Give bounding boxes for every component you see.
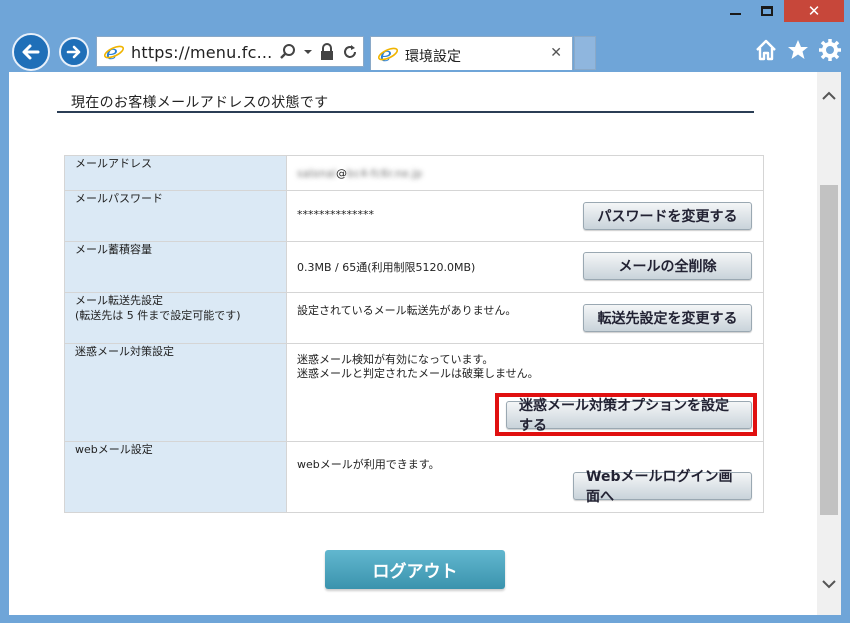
spam-status-line2: 迷惑メールと判定されたメールは破棄しません。 [297, 367, 539, 380]
table-row: メールアドレス salonal@bc4-fc6r.ne.jp [64, 155, 764, 191]
change-password-button[interactable]: パスワードを変更する [583, 202, 752, 230]
close-button[interactable]: ✕ [784, 0, 844, 22]
forward-button[interactable] [59, 37, 89, 67]
browser-toolbar: e https://menu.fc... e 環境設定 ✕ [0, 32, 850, 72]
title-divider [57, 111, 754, 113]
ie-logo-icon: e [103, 42, 125, 62]
table-row: メール転送先設定 (転送先は 5 件まで設定可能です) 設定されているメール転送… [64, 292, 764, 344]
back-arrow-icon [22, 44, 40, 60]
table-row: webメール設定 webメールが利用できます。 Webメールログイン画面へ [64, 441, 764, 513]
chevron-down-icon [822, 580, 836, 589]
scroll-up-button[interactable] [817, 84, 841, 108]
vertical-scrollbar[interactable] [817, 72, 841, 615]
forwarding-value: 設定されているメール転送先がありません。 [297, 304, 517, 317]
chevron-up-icon [822, 91, 836, 100]
email-value: salonal@bc4-fc6r.ne.jp [297, 167, 423, 180]
favorites-star-icon[interactable] [786, 38, 810, 62]
home-icon[interactable] [754, 38, 778, 62]
row-label-forwarding-note: (転送先は 5 件まで設定可能です) [75, 309, 241, 322]
minimize-button[interactable] [718, 0, 752, 22]
title-bar: ✕ [0, 0, 850, 32]
address-bar[interactable]: e https://menu.fc... [96, 36, 364, 67]
webmail-value: webメールが利用できます。 [297, 458, 440, 471]
tab-close-icon[interactable]: ✕ [550, 45, 562, 61]
ie-tab-icon: e [377, 44, 399, 64]
table-row: メールパスワード ************** パスワードを変更する [64, 190, 764, 242]
webmail-login-button[interactable]: Webメールログイン画面へ [573, 469, 752, 505]
tab-environment-settings[interactable]: e 環境設定 ✕ [370, 36, 573, 70]
row-label-spam: 迷惑メール対策設定 [64, 343, 287, 442]
page-title: 現在のお客様メールアドレスの状態です [71, 95, 329, 111]
account-status-table: メールアドレス salonal@bc4-fc6r.ne.jp メールパスワード … [64, 155, 764, 513]
tab-title: 環境設定 [405, 49, 461, 65]
table-row: 迷惑メール対策設定 迷惑メール検知が有効になっています。 迷惑メールと判定された… [64, 343, 764, 442]
delete-all-mail-button[interactable]: メールの全削除 [583, 252, 752, 280]
logout-button[interactable]: ログアウト [325, 550, 505, 589]
address-text[interactable]: https://menu.fc... [131, 43, 272, 62]
back-button[interactable] [12, 33, 50, 71]
chevron-down-icon[interactable] [303, 43, 313, 61]
password-value: ************** [297, 208, 374, 221]
search-icon[interactable] [279, 43, 297, 61]
row-label-forwarding: メール転送先設定 [75, 294, 163, 307]
row-label-storage: メール蓄積容量 [64, 241, 287, 293]
row-label-webmail: webメール設定 [64, 441, 287, 513]
new-tab-button[interactable] [574, 36, 596, 70]
refresh-icon[interactable] [341, 43, 359, 61]
page-viewport: 現在のお客様メールアドレスの状態です メールアドレス salonal@bc4-f… [9, 72, 817, 615]
lock-icon[interactable] [319, 43, 335, 61]
storage-value: 0.3MB / 65通(利用制限5120.0MB) [297, 261, 476, 274]
row-label-email: メールアドレス [64, 155, 287, 191]
change-forwarding-button[interactable]: 転送先設定を変更する [583, 304, 752, 332]
window-frame-bottom [0, 615, 850, 623]
scrollbar-thumb[interactable] [820, 185, 838, 515]
maximize-button[interactable] [752, 0, 782, 22]
spam-status-line1: 迷惑メール検知が有効になっています。 [297, 353, 494, 366]
row-label-password: メールパスワード [64, 190, 287, 242]
gear-icon[interactable] [818, 38, 842, 62]
spam-options-button[interactable]: 迷惑メール対策オプションを設定する [506, 398, 752, 434]
table-row: メール蓄積容量 0.3MB / 65通(利用制限5120.0MB) メールの全削… [64, 241, 764, 293]
scroll-down-button[interactable] [817, 572, 841, 596]
forward-arrow-icon [66, 45, 81, 59]
